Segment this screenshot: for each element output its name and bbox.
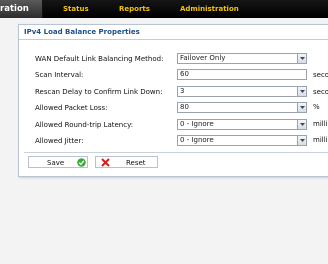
unit-rescan-delay: seco [313, 88, 328, 96]
tab-configuration[interactable]: uration [0, 0, 43, 18]
select-allowed-packet-loss[interactable]: 80 [177, 102, 307, 113]
select-allowed-packet-loss-value: 80 [180, 103, 189, 111]
chevron-down-icon [297, 136, 306, 145]
panel-title: IPv4 Load Balance Properties [24, 28, 140, 36]
select-link-balancing-method[interactable]: Failover Only [177, 53, 307, 64]
top-navigation-bar: uration Status Reports Administration [0, 0, 328, 18]
reset-button[interactable]: Reset [95, 156, 158, 168]
select-allowed-jitter-value: 0 - Ignore [180, 136, 214, 144]
unit-scan-interval: seco [313, 71, 328, 79]
label-rescan-delay: Rescan Delay to Confirm Link Down: [35, 88, 163, 96]
label-link-balancing-method: WAN Default Link Balancing Method: [35, 55, 164, 63]
nav-link-status[interactable]: Status [63, 0, 89, 18]
unit-allowed-round-trip-latency: milli s [313, 120, 328, 128]
form-divider [24, 152, 328, 153]
chevron-down-icon [297, 103, 306, 112]
label-allowed-jitter: Allowed Jitter: [35, 137, 84, 145]
select-allowed-jitter[interactable]: 0 - Ignore [177, 135, 307, 146]
save-button[interactable]: Save [28, 156, 88, 168]
chevron-down-icon [297, 120, 306, 129]
checkmark-icon [77, 158, 86, 167]
input-scan-interval-value: 60 [180, 70, 189, 78]
select-allowed-round-trip-latency[interactable]: 0 - Ignore [177, 119, 307, 130]
label-scan-interval: Scan Interval: [35, 71, 84, 79]
select-rescan-delay[interactable]: 3 [177, 86, 307, 97]
title-divider [19, 39, 328, 40]
save-button-label: Save [47, 159, 65, 167]
label-allowed-packet-loss: Allowed Packet Loss: [35, 104, 108, 112]
nav-link-reports[interactable]: Reports [119, 0, 150, 18]
select-link-balancing-method-value: Failover Only [180, 54, 226, 62]
unit-allowed-packet-loss: % [313, 103, 320, 111]
close-icon [101, 158, 110, 167]
chevron-down-icon [297, 54, 306, 63]
label-allowed-round-trip-latency: Allowed Round-trip Latency: [35, 121, 134, 129]
select-allowed-round-trip-latency-value: 0 - Ignore [180, 120, 214, 128]
chevron-down-icon [297, 87, 306, 96]
reset-button-label: Reset [126, 159, 146, 167]
load-balance-panel: IPv4 Load Balance Properties WAN Default… [18, 24, 328, 177]
unit-allowed-jitter: milli s [313, 136, 328, 144]
input-scan-interval[interactable]: 60 [177, 69, 307, 80]
nav-link-administration[interactable]: Administration [180, 0, 239, 18]
select-rescan-delay-value: 3 [180, 87, 185, 95]
